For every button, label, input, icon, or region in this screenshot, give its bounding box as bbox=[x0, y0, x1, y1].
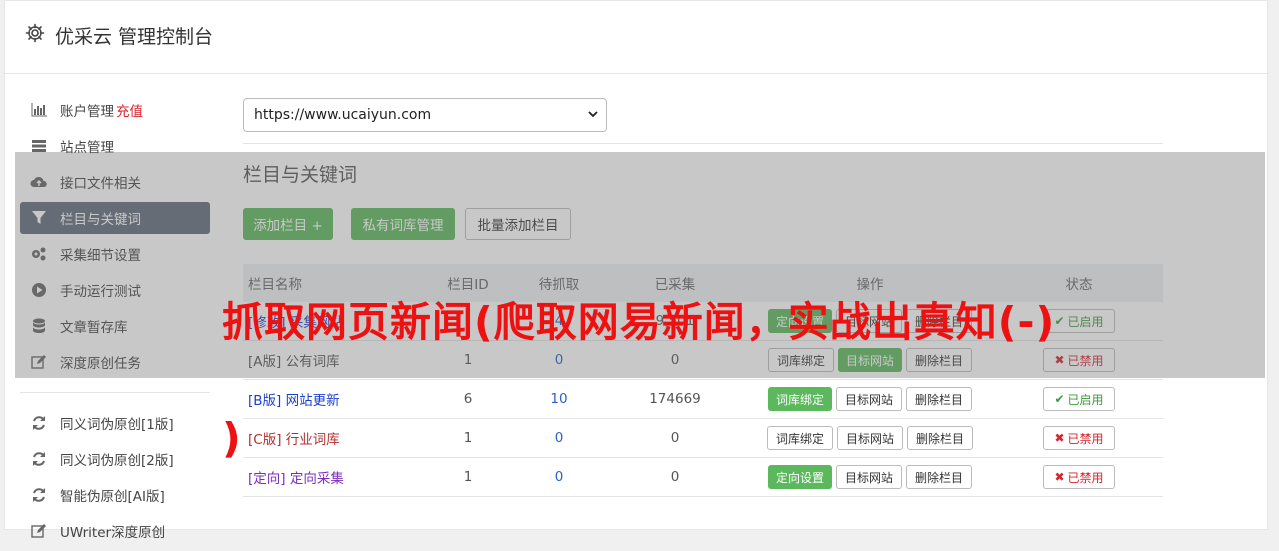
target-sites-button[interactable]: 目标网站 bbox=[835, 465, 902, 489]
column-id: 6 bbox=[463, 391, 473, 407]
column-name-cell[interactable]: [C版] 行业词库 bbox=[243, 428, 423, 448]
delete-column-button[interactable]: 删除栏目 bbox=[906, 387, 973, 411]
pending-count[interactable]: 0 bbox=[513, 469, 605, 485]
delete-column-button[interactable]: 删除栏目 bbox=[907, 426, 974, 450]
status-label: 已禁用 bbox=[1067, 431, 1104, 446]
collected-count: 0 bbox=[670, 469, 680, 485]
bind-lexicon-button[interactable]: 词库绑定 bbox=[767, 387, 832, 411]
table-row: [B版] 网站更新 6 10 174669 词库绑定 目标网站 删除栏目 ✔ 已启… bbox=[243, 380, 1163, 419]
delete-column-button[interactable]: 删除栏目 bbox=[906, 465, 973, 489]
sidebar-item-label: 同义词伪原创[1版] bbox=[60, 417, 174, 433]
site-select-value: https://www.ucaiyun.com bbox=[254, 107, 432, 123]
row-actions: 词库绑定 目标网站 删除栏目 bbox=[745, 387, 995, 411]
sidebar-item-label: 同义词伪原创[2版] bbox=[60, 453, 174, 469]
divider bbox=[243, 143, 1163, 144]
column-id: 1 bbox=[463, 469, 473, 485]
column-tag: [C版] bbox=[248, 432, 282, 448]
table-row: [C版] 行业词库 1 0 0 词库绑定 目标网站 删除栏目 ✖ 已禁用 bbox=[243, 419, 1163, 458]
status-cell: ✖ 已禁用 bbox=[995, 426, 1163, 450]
watermark-paren: ) bbox=[222, 414, 241, 462]
column-name-cell[interactable]: [定向] 定向采集 bbox=[243, 467, 423, 487]
site-select[interactable]: https://www.ucaiyun.com bbox=[243, 98, 607, 132]
cross-icon: ✖ bbox=[1054, 470, 1065, 484]
status-toggle[interactable]: ✔ 已启用 bbox=[1043, 387, 1115, 411]
sidebar-item-synonym-v2[interactable]: 同义词伪原创[2版] bbox=[20, 443, 210, 475]
sidebar-divider bbox=[20, 392, 210, 393]
app-title: 优采云 管理控制台 bbox=[55, 26, 214, 48]
status-cell: ✔ 已启用 bbox=[995, 387, 1163, 411]
sidebar-item-label: UWriter深度原创 bbox=[60, 525, 166, 541]
refresh-icon bbox=[30, 451, 48, 467]
edit-icon bbox=[30, 523, 48, 539]
collected-count: 0 bbox=[670, 430, 680, 446]
page-header: 优采云 管理控制台 bbox=[5, 1, 1267, 74]
status-toggle[interactable]: ✖ 已禁用 bbox=[1043, 426, 1115, 450]
column-name: 网站更新 bbox=[285, 393, 340, 409]
target-sites-button[interactable]: 目标网站 bbox=[835, 387, 902, 411]
row-actions: 词库绑定 目标网站 删除栏目 bbox=[745, 426, 995, 450]
pending-count[interactable]: 10 bbox=[513, 391, 605, 407]
bar-chart-icon bbox=[30, 102, 48, 118]
column-name: 定向采集 bbox=[289, 471, 344, 487]
bind-lexicon-button[interactable]: 词库绑定 bbox=[766, 426, 833, 450]
table-row: [定向] 定向采集 1 0 0 定向设置 目标网站 删除栏目 ✖ 已禁用 bbox=[243, 458, 1163, 497]
column-tag: [定向] bbox=[248, 471, 286, 487]
directed-settings-button[interactable]: 定向设置 bbox=[767, 465, 832, 489]
chevron-down-icon bbox=[588, 111, 598, 118]
pending-count[interactable]: 0 bbox=[513, 430, 605, 446]
column-tag: [B版] bbox=[248, 393, 282, 409]
sidebar-item-ai-original[interactable]: 智能伪原创[AI版] bbox=[20, 479, 210, 511]
column-name: 行业词库 bbox=[285, 432, 340, 448]
watermark-title: 抓取网页新闻(爬取网易新闻，实战出真知(-) bbox=[222, 298, 1056, 346]
target-sites-button[interactable]: 目标网站 bbox=[836, 426, 903, 450]
status-toggle[interactable]: ✖ 已禁用 bbox=[1043, 465, 1115, 489]
recharge-link[interactable]: 充值 bbox=[116, 100, 143, 120]
column-name-cell[interactable]: [B版] 网站更新 bbox=[243, 389, 423, 409]
cross-icon: ✖ bbox=[1054, 431, 1065, 445]
collected-count: 174669 bbox=[649, 391, 701, 407]
status-label: 已启用 bbox=[1067, 392, 1104, 407]
gear-icon bbox=[25, 23, 45, 43]
sidebar-item-label: 账户管理 bbox=[60, 104, 114, 120]
refresh-icon bbox=[30, 487, 48, 503]
column-id: 1 bbox=[463, 430, 473, 446]
refresh-icon bbox=[30, 415, 48, 431]
row-actions: 定向设置 目标网站 删除栏目 bbox=[745, 465, 995, 489]
status-cell: ✖ 已禁用 bbox=[995, 465, 1163, 489]
sidebar-item-label: 智能伪原创[AI版] bbox=[60, 489, 165, 505]
sidebar-item-uwriter[interactable]: UWriter深度原创 bbox=[20, 515, 210, 547]
sidebar-item-synonym-v1[interactable]: 同义词伪原创[1版] bbox=[20, 407, 210, 439]
check-icon: ✔ bbox=[1054, 392, 1065, 406]
status-label: 已禁用 bbox=[1067, 470, 1104, 485]
sidebar-item-account[interactable]: 账户管理 充值 bbox=[20, 94, 210, 126]
